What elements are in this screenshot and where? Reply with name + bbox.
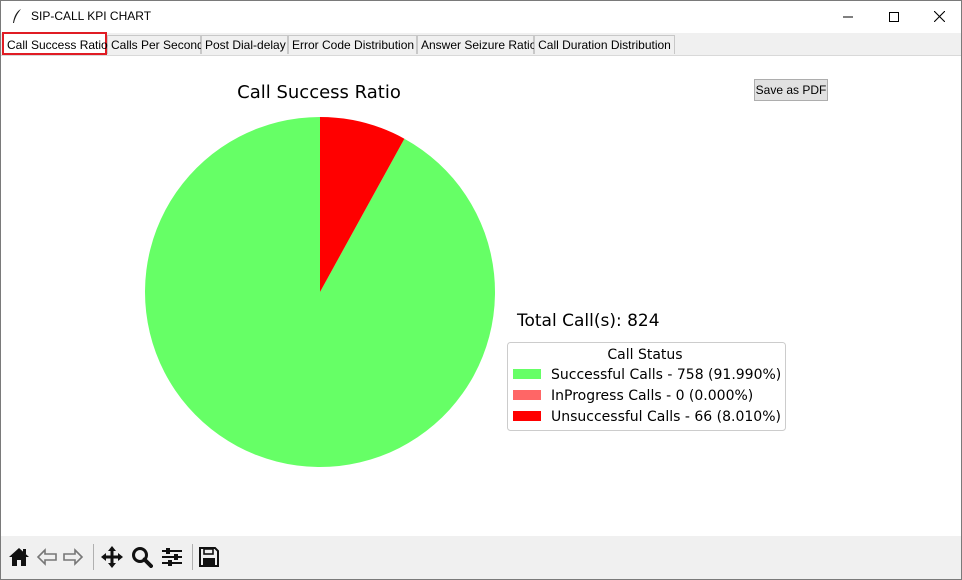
total-calls-label: Total Call(s): 824 xyxy=(516,311,660,331)
legend: Call Status Successful Calls - 758 (91.9… xyxy=(507,342,786,431)
app-window: SIP-CALL KPI CHART Call Success Ratio Ca… xyxy=(0,0,962,580)
pie-slices xyxy=(144,117,495,467)
save-as-pdf-button[interactable]: Save as PDF xyxy=(754,79,828,101)
legend-swatch xyxy=(513,369,541,379)
home-icon xyxy=(9,548,29,566)
configure-icon xyxy=(162,548,182,566)
back-button[interactable] xyxy=(35,545,59,569)
legend-label: Successful Calls - 758 (91.990%) xyxy=(551,367,781,383)
legend-label: InProgress Calls - 0 (0.000%) xyxy=(551,388,753,404)
zoom-icon xyxy=(132,547,153,568)
toolbar-separator xyxy=(192,544,193,570)
legend-swatch xyxy=(513,411,541,421)
save-icon xyxy=(199,547,219,567)
configure-subplots-button[interactable] xyxy=(160,545,184,569)
save-figure-button[interactable] xyxy=(197,545,221,569)
legend-label: Unsuccessful Calls - 66 (8.010%) xyxy=(551,409,781,425)
legend-title: Call Status xyxy=(607,347,682,363)
forward-icon xyxy=(63,548,84,566)
tab-call-success-ratio[interactable]: Call Success Ratio xyxy=(2,32,108,55)
back-icon xyxy=(36,548,57,566)
pan-button[interactable] xyxy=(100,545,124,569)
zoom-button[interactable] xyxy=(130,545,154,569)
legend-swatch xyxy=(513,390,541,400)
pie-slice xyxy=(144,117,495,467)
toolbar-separator xyxy=(93,544,94,570)
forward-button[interactable] xyxy=(61,545,85,569)
pan-icon xyxy=(101,546,123,568)
chart-title: Call Success Ratio xyxy=(237,82,401,103)
navigation-toolbar xyxy=(1,536,961,579)
legend-items: Successful Calls - 758 (91.990%) InProgre… xyxy=(513,367,781,425)
home-button[interactable] xyxy=(7,545,31,569)
